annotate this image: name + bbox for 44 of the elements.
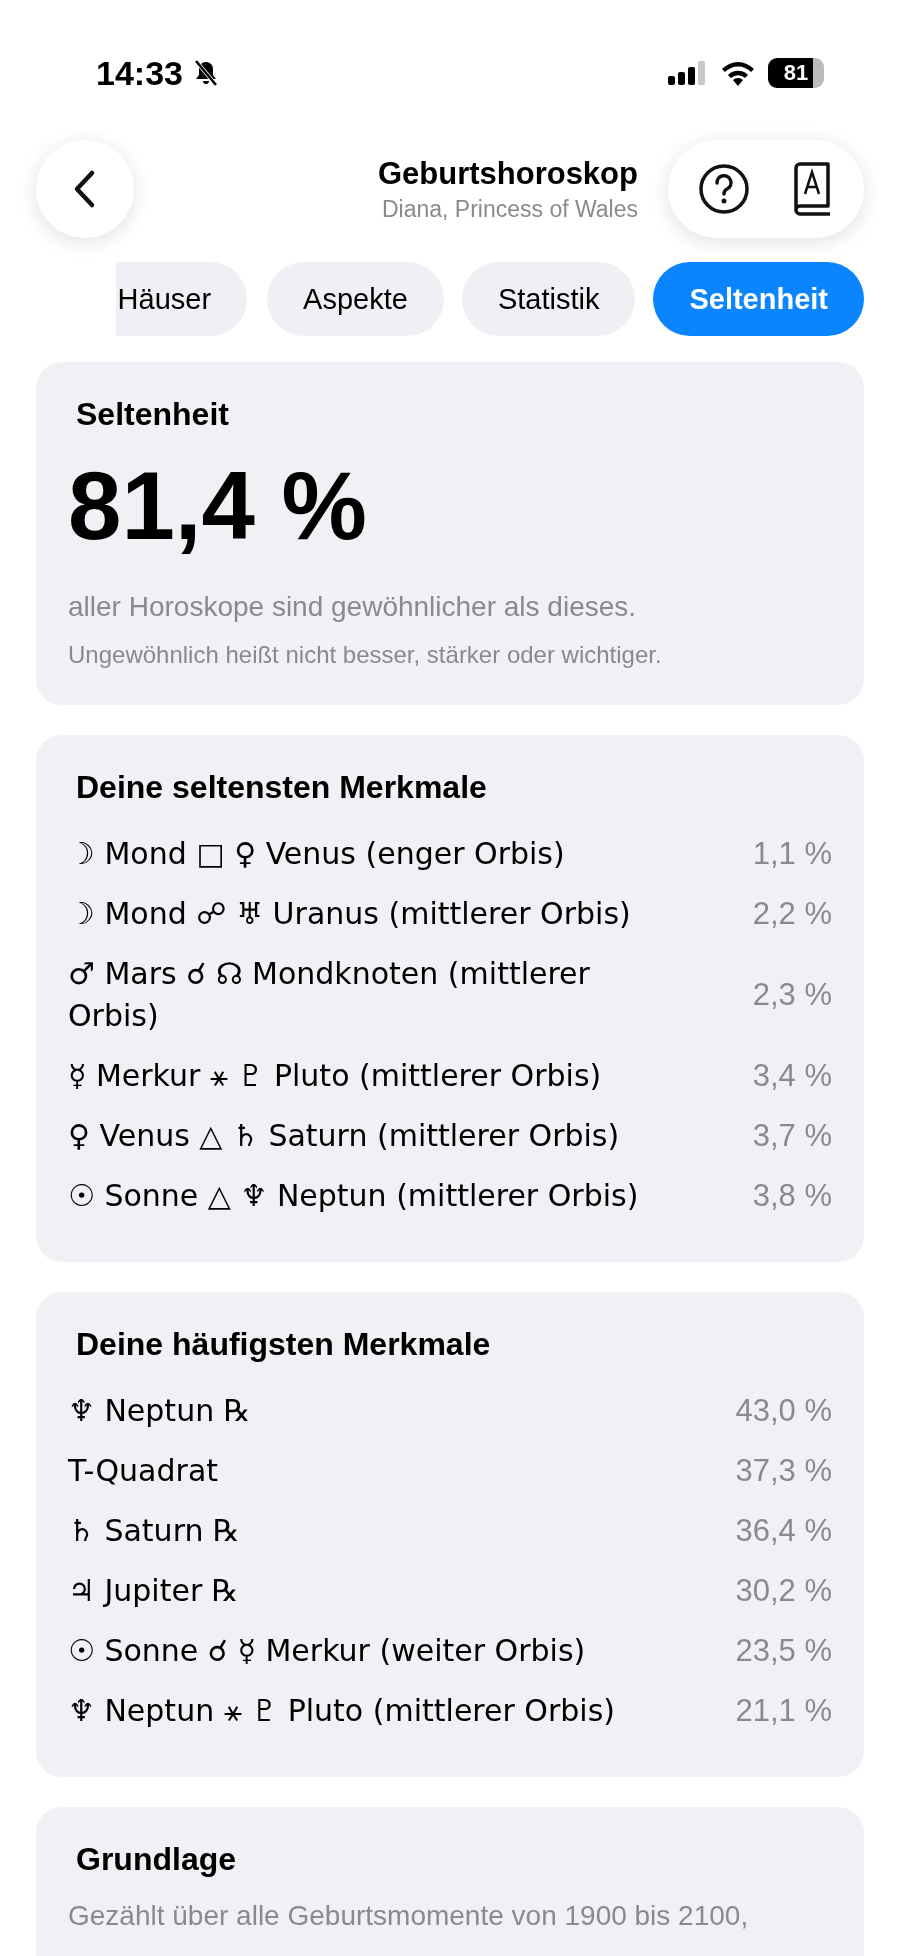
- card-title: Deine seltensten Merkmale: [75, 769, 488, 806]
- feature-label: ♃ Jupiter ℞: [68, 1572, 240, 1610]
- cellular-signal-icon: [668, 61, 708, 85]
- feature-label: ♆ Neptun ⚹ ♇ Pluto (mittlerer Orbis): [68, 1692, 616, 1730]
- rarity-note: Ungewöhnlich heißt nicht besser, stärker oder wichtiger.: [68, 641, 663, 669]
- feature-label: ☽ Mond □ ♀ Venus (enger Orbis): [68, 835, 566, 873]
- tab[interactable]: Seltenheit: [653, 262, 864, 336]
- feature-percentage: 3,7 %: [752, 1117, 832, 1155]
- feature-percentage: 30,2 %: [735, 1572, 832, 1610]
- feature-percentage: 37,3 %: [735, 1452, 832, 1490]
- screen-subtitle: Diana, Princess of Wales: [380, 195, 638, 223]
- feature-percentage: 1,1 %: [752, 835, 832, 873]
- feature-label: ☉ Sonne ☌ ☿ Merkur (weiter Orbis): [68, 1632, 587, 1670]
- feature-percentage: 3,8 %: [752, 1177, 832, 1215]
- feature-percentage: 36,4 %: [735, 1512, 832, 1550]
- tab[interactable]: Statistik: [461, 262, 636, 336]
- feature-percentage: 21,1 %: [735, 1692, 832, 1730]
- battery-icon: 81: [768, 58, 824, 88]
- feature-label: ♄ Saturn ℞: [68, 1512, 241, 1550]
- status-time: 14:33: [96, 53, 183, 93]
- feature-percentage: 2,3 %: [752, 976, 832, 1014]
- rarity-caption: aller Horoskope sind gewöhnlicher als dieses.: [68, 590, 638, 624]
- help-button[interactable]: [698, 163, 750, 215]
- wifi-icon: [720, 60, 756, 86]
- rarity-percentage: 81,4 %: [68, 451, 368, 561]
- card-title: Grundlage: [75, 1841, 237, 1878]
- tab[interactable]: Häuser: [115, 262, 248, 336]
- basis-text: Gezählt über alle Geburtsmomente von 1900 bis 2100,: [68, 1899, 750, 1933]
- feature-label: ♆ Neptun ℞: [68, 1392, 252, 1430]
- feature-percentage: 23,5 %: [735, 1632, 832, 1670]
- help-icon: [698, 163, 750, 215]
- feature-label: T-Quadrat: [68, 1452, 220, 1490]
- card-title: Seltenheit: [75, 396, 230, 433]
- feature-label: ☽ Mond ☍ ♅ Uranus (mittlerer Orbis): [68, 895, 632, 933]
- feature-label: ♂ Mars ☌ ☊ Mondknoten (mittlerer Orbis): [68, 955, 591, 1035]
- feature-label: ☉ Sonne △ ♆ Neptun (mittlerer Orbis): [68, 1177, 640, 1215]
- feature-percentage: 3,4 %: [752, 1057, 832, 1095]
- feature-label: ☿ Merkur ⚹ ♇ Pluto (mittlerer Orbis): [68, 1057, 603, 1095]
- screen-title: Geburtshoroskop: [376, 155, 638, 192]
- feature-percentage: 43,0 %: [735, 1392, 832, 1430]
- tab[interactable]: Aspekte: [267, 262, 444, 336]
- card-title: Deine häufigsten Merkmale: [75, 1326, 492, 1363]
- feature-percentage: 2,2 %: [752, 895, 832, 933]
- feature-label: ♀ Venus △ ♄ Saturn (mittlerer Orbis): [68, 1117, 621, 1155]
